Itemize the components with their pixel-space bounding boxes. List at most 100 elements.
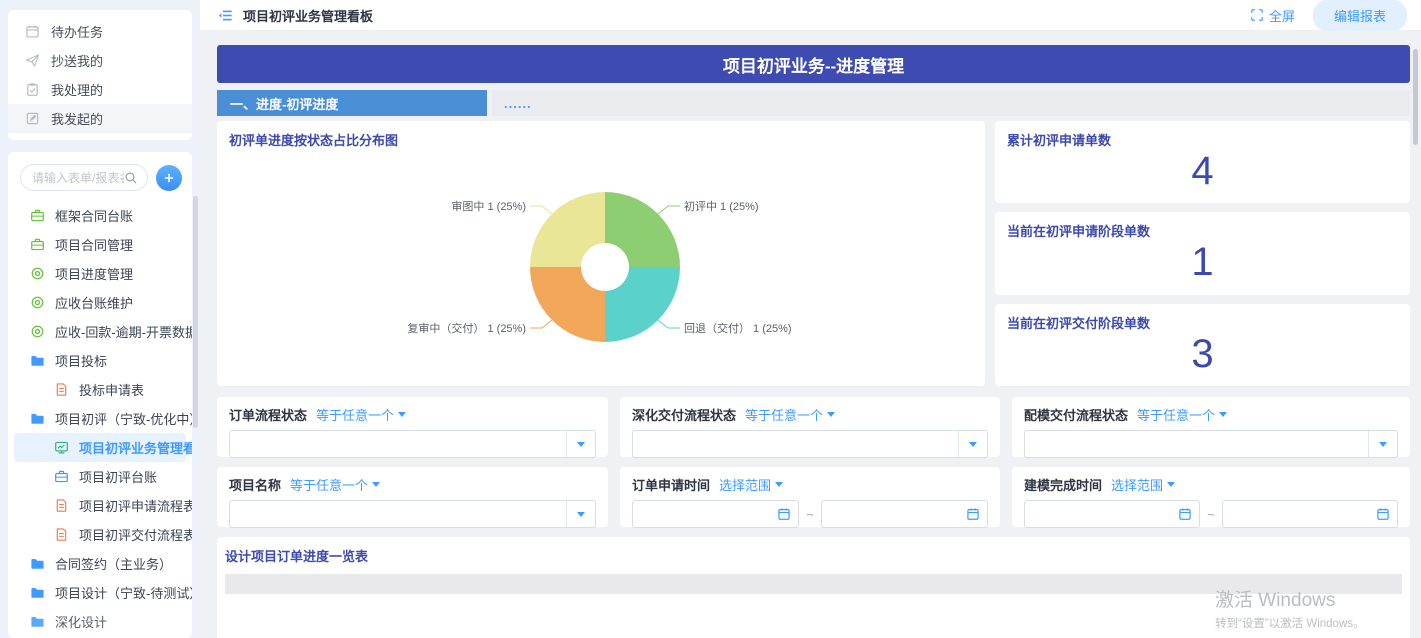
order-apply-time-end-input[interactable] — [821, 500, 988, 528]
sidebar-item-handled-by-me[interactable]: 我处理的 — [8, 75, 192, 104]
clipboard-check-icon — [25, 82, 40, 97]
main-scrollbar[interactable] — [1413, 49, 1418, 145]
file-icon — [54, 382, 69, 397]
menu-item-label: 项目进度管理 — [55, 264, 133, 283]
filter-operator-dropdown[interactable]: 选择范围 — [1111, 475, 1175, 494]
filter-operator-dropdown[interactable]: 等于任意一个 — [290, 475, 380, 494]
calendar-icon — [1376, 507, 1390, 521]
edit-report-button[interactable]: 编辑报表 — [1313, 0, 1407, 31]
sidebar: 待办任务 抄送我的 我处理的 我发起的 — [0, 0, 200, 638]
document-edit-icon — [25, 111, 40, 126]
sidebar-item-project-design[interactable]: 项目设计（宁致-待测试） — [8, 578, 192, 607]
paper-plane-icon — [25, 53, 40, 68]
briefcase-icon — [54, 469, 69, 484]
stat-value: 1 — [1007, 240, 1398, 285]
pie-slice-2[interactable] — [530, 267, 605, 342]
sidebar-item-label: 待办任务 — [51, 22, 103, 41]
sidebar-item-preliminary-review-folder[interactable]: 项目初评（宁致-优化中） — [8, 404, 192, 433]
donut-chart[interactable]: 初评中 1 (25%) 回退（交付） 1 (25%) 复审中（交付） 1 (25… — [229, 149, 973, 377]
select-arrow-zone[interactable] — [958, 431, 987, 457]
filter-deepen-delivery-status: 深化交付流程状态 等于任意一个 — [620, 397, 1000, 457]
caret-down-icon — [969, 442, 977, 447]
pie-chart-title: 初评单进度按状态占比分布图 — [229, 130, 973, 149]
caret-down-icon — [1379, 442, 1387, 447]
table-header-row — [225, 574, 1402, 594]
order-progress-table-card: 设计项目订单进度一览表 — [217, 537, 1410, 638]
collapse-sidebar-icon[interactable] — [218, 8, 233, 23]
fullscreen-button[interactable]: 全屏 — [1250, 6, 1295, 25]
pie-leader-line — [658, 206, 680, 214]
pie-slice-1[interactable] — [605, 267, 680, 342]
fullscreen-label: 全屏 — [1269, 6, 1295, 25]
order-flow-status-select[interactable] — [229, 430, 596, 458]
sidebar-scrollbar[interactable] — [193, 196, 198, 428]
sidebar-item-project-progress-mgmt[interactable]: 项目进度管理 — [8, 259, 192, 288]
filter-operator-dropdown[interactable]: 等于任意一个 — [316, 405, 406, 424]
menu-item-label: 深化设计 — [55, 612, 107, 631]
sidebar-item-cc-to-me[interactable]: 抄送我的 — [8, 46, 192, 75]
sidebar-item-preliminary-review-delivery-form[interactable]: 项目初评交付流程表单 — [8, 520, 192, 549]
filter-name: 深化交付流程状态 — [632, 405, 736, 424]
sidebar-item-receivable-ledger[interactable]: 应收台账维护 — [8, 288, 192, 317]
sidebar-item-partial-clipped[interactable]: 深化设计 — [8, 607, 192, 636]
menu-item-label: 框架合同台账 — [55, 206, 133, 225]
briefcase-icon — [30, 237, 45, 252]
pie-leader-line — [530, 320, 552, 328]
menu-item-label: 项目初评交付流程表单 — [79, 525, 192, 544]
mold-delivery-status-select[interactable] — [1024, 430, 1398, 458]
stat-card-in-apply-stage: 当前在初评申请阶段单数 1 — [995, 212, 1410, 294]
sidebar-item-bid-application-form[interactable]: 投标申请表 — [8, 375, 192, 404]
filter-name: 建模完成时间 — [1024, 475, 1102, 494]
add-form-button[interactable] — [156, 165, 182, 191]
sidebar-quick-card: 待办任务 抄送我的 我处理的 我发起的 — [8, 10, 192, 140]
menu-item-label: 项目初评申请流程表单 — [79, 496, 192, 515]
sidebar-item-project-bidding[interactable]: 项目投标 — [8, 346, 192, 375]
sidebar-item-preliminary-review-ledger[interactable]: 项目初评台账 — [8, 462, 192, 491]
pie-slice-0[interactable] — [605, 192, 680, 267]
menu-item-label: 项目初评台账 — [79, 467, 157, 486]
calendar-icon — [777, 507, 791, 521]
stat-title: 当前在初评交付阶段单数 — [1007, 313, 1398, 332]
filter-operator-dropdown[interactable]: 等于任意一个 — [1137, 405, 1227, 424]
filter-mold-delivery-status: 配模交付流程状态 等于任意一个 — [1012, 397, 1410, 457]
pie-label-2: 复审中（交付） 1 (25%) — [407, 321, 526, 335]
select-arrow-zone[interactable] — [566, 431, 595, 457]
stat-title: 当前在初评申请阶段单数 — [1007, 221, 1398, 240]
deepen-delivery-status-select[interactable] — [632, 430, 988, 458]
order-apply-time-start-input[interactable] — [632, 500, 799, 528]
app-window: 待办任务 抄送我的 我处理的 我发起的 — [0, 0, 1421, 638]
sidebar-item-preliminary-review-dashboard[interactable]: 项目初评业务管理看板 — [14, 433, 186, 462]
calendar-icon — [1178, 507, 1192, 521]
pie-label-0: 初评中 1 (25%) — [684, 199, 759, 213]
sidebar-item-contract-signing[interactable]: 合同签约（主业务） — [8, 549, 192, 578]
sidebar-item-preliminary-review-apply-form[interactable]: 项目初评申请流程表单 — [8, 491, 192, 520]
sidebar-item-project-contract-mgmt[interactable]: 项目合同管理 — [8, 230, 192, 259]
folder-icon — [30, 585, 45, 600]
modeling-finish-time-end-input[interactable] — [1222, 500, 1398, 528]
filter-operator-dropdown[interactable]: 选择范围 — [719, 475, 783, 494]
sidebar-item-frame-contract-ledger[interactable]: 框架合同台账 — [8, 201, 192, 230]
fullscreen-icon — [1250, 8, 1264, 22]
project-name-select[interactable] — [229, 500, 596, 528]
tab-progress[interactable]: 一、进度-初评进度 — [217, 90, 487, 116]
menu-item-label: 项目初评（宁致-优化中） — [55, 409, 192, 428]
search-input[interactable] — [32, 171, 124, 185]
folder-icon — [30, 614, 45, 629]
filter-operator-dropdown[interactable]: 等于任意一个 — [745, 405, 835, 424]
select-arrow-zone[interactable] — [1368, 431, 1397, 457]
sidebar-menu-list: 框架合同台账 项目合同管理 项目进度管理 应收台账维护 应收-回款-逾期-开票数… — [8, 201, 192, 638]
pie-slice-3[interactable] — [530, 192, 605, 267]
sidebar-item-todo-tasks[interactable]: 待办任务 — [8, 17, 192, 46]
filter-modeling-finish-time: 建模完成时间 选择范围 ~ — [1012, 467, 1410, 527]
sidebar-item-receivable-invoice-data[interactable]: 应收-回款-逾期-开票数据 — [8, 317, 192, 346]
form-search-box[interactable] — [20, 164, 148, 191]
modeling-finish-time-start-input[interactable] — [1024, 500, 1200, 528]
tab-more[interactable]: ...... — [492, 90, 1410, 116]
filter-name: 订单申请时间 — [632, 475, 710, 494]
select-arrow-zone[interactable] — [566, 501, 595, 527]
sidebar-item-initiated-by-me[interactable]: 我发起的 — [8, 104, 192, 133]
sidebar-item-label: 我处理的 — [51, 80, 103, 99]
sidebar-item-label: 我发起的 — [51, 109, 103, 128]
filters-row-2: 项目名称 等于任意一个 订单申请时间 选择范围 — [217, 467, 1410, 527]
sidebar-item-label: 抄送我的 — [51, 51, 103, 70]
